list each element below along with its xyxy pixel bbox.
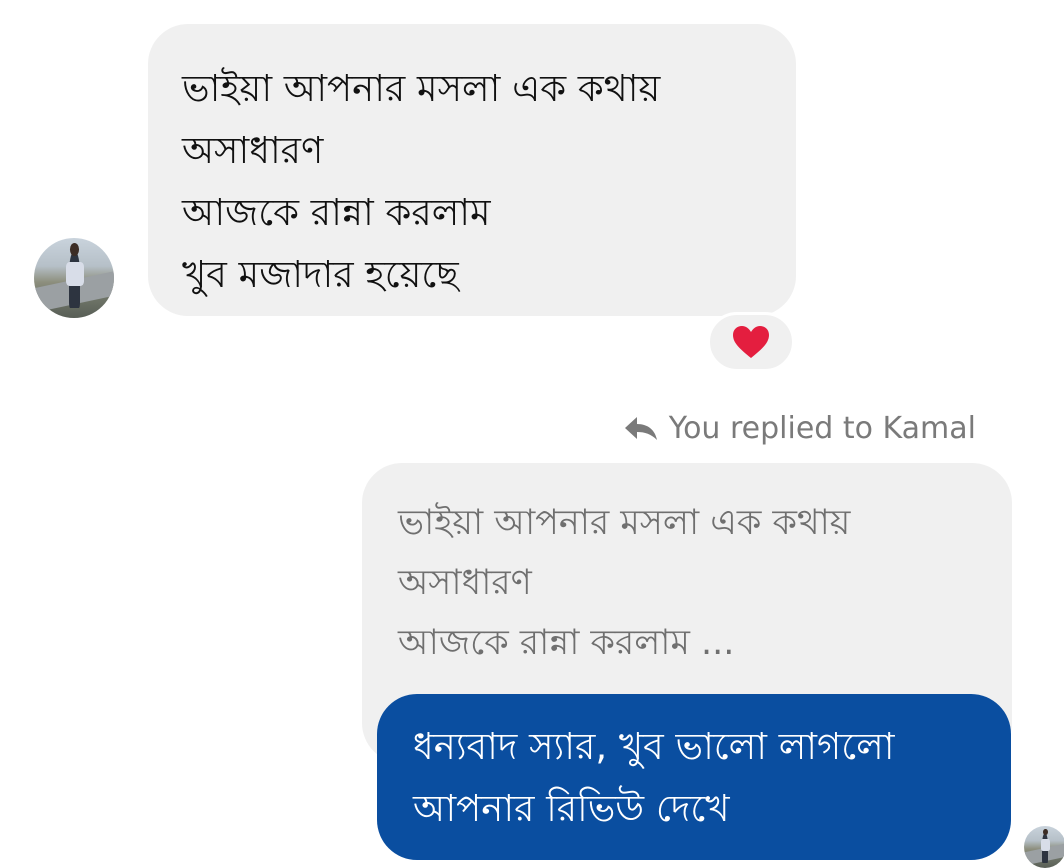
quoted-line: অসাধারণ — [398, 563, 532, 603]
quoted-line: ভাইয়া আপনার মসলা এক কথায় — [398, 503, 851, 543]
reply-arrow-icon — [624, 417, 657, 440]
message-line: অসাধারণ — [182, 129, 324, 172]
reaction-badge[interactable] — [707, 312, 795, 372]
incoming-message-bubble[interactable]: ভাইয়া আপনার মসলা এক কথায় অসাধারণ আজকে … — [148, 24, 796, 316]
sender-avatar[interactable] — [34, 238, 114, 318]
outgoing-message-bubble[interactable]: ধন্যবাদ স্যার, খুব ভালো লাগলো আপনার রিভি… — [377, 694, 1011, 860]
read-receipt-avatar — [1024, 826, 1064, 868]
message-line: ভাইয়া আপনার মসলা এক কথায় — [182, 67, 661, 110]
avatar-shirt — [66, 262, 84, 286]
avatar-shirt — [1040, 838, 1051, 852]
quoted-line: আজকে রান্না করলাম ... — [398, 623, 735, 663]
message-line: খুব মজাদার হয়েছে — [182, 253, 459, 296]
message-line: আজকে রান্না করলাম — [182, 191, 491, 234]
reply-label-text: You replied to Kamal — [668, 410, 976, 446]
message-line: আপনার রিভিউ দেখে — [413, 787, 730, 830]
reply-context-label: You replied to Kamal — [623, 406, 976, 450]
heart-icon — [733, 326, 769, 358]
message-line: ধন্যবাদ স্যার, খুব ভালো লাগলো — [413, 725, 895, 768]
